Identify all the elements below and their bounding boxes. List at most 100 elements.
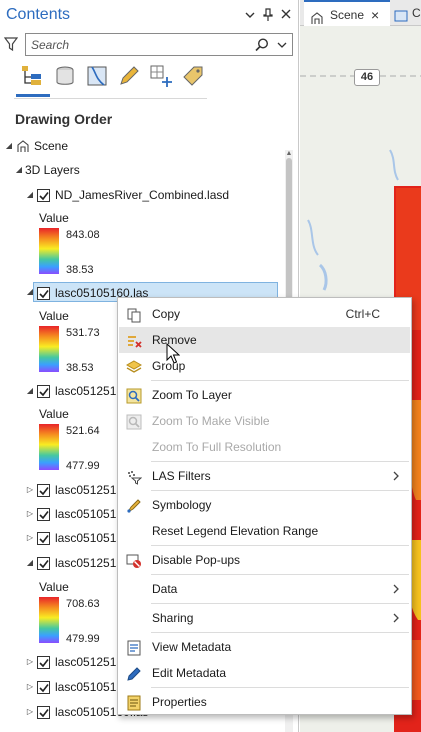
pane-options-chevron-icon[interactable] xyxy=(242,6,258,24)
legend-heading: Value xyxy=(39,211,69,225)
expanded-arrow-icon[interactable]: ◢ xyxy=(25,185,35,205)
list-by-data-source-icon[interactable] xyxy=(52,63,78,89)
menu-separator xyxy=(151,632,409,633)
list-by-drawing-order-icon[interactable] xyxy=(19,63,45,89)
collapsed-arrow-icon[interactable]: ▷ xyxy=(25,528,35,548)
menu-item-group[interactable]: Group xyxy=(119,353,410,379)
expanded-arrow-icon[interactable]: ◢ xyxy=(25,381,35,401)
layer-name: lasc0512516 xyxy=(55,384,124,398)
menu-item-copy[interactable]: Copy Ctrl+C xyxy=(119,301,410,327)
layer-name: ND_JamesRiver_Combined.lasd xyxy=(55,188,230,202)
menu-item-label: Disable Pop-ups xyxy=(152,553,241,567)
menu-item-label: Zoom To Make Visible xyxy=(152,414,270,428)
close-tab-icon[interactable]: × xyxy=(371,2,379,28)
layer-visibility-checkbox[interactable] xyxy=(37,557,50,570)
tree-row-layer[interactable]: ◢ ND_JamesRiver_Combined.lasd xyxy=(0,185,285,205)
tab-scene[interactable]: Scene × xyxy=(304,0,390,26)
legend-max-value: 708.63 xyxy=(66,598,100,610)
tree-row-scene[interactable]: ◢ Scene xyxy=(0,136,285,156)
tree-row-3d-layers[interactable]: ◢ 3D Layers xyxy=(0,160,285,180)
collapsed-arrow-icon[interactable]: ▷ xyxy=(25,702,35,722)
expanded-arrow-icon[interactable]: ◢ xyxy=(4,136,14,156)
search-input[interactable]: Search xyxy=(25,33,293,56)
menu-item-symbology[interactable]: Symbology xyxy=(119,492,410,518)
legend-min-value: 477.99 xyxy=(66,460,100,472)
expanded-arrow-icon[interactable]: ◢ xyxy=(14,160,24,180)
las-filters-icon xyxy=(126,468,143,485)
collapsed-arrow-icon[interactable]: ▷ xyxy=(25,504,35,524)
search-icon[interactable] xyxy=(254,37,270,53)
menu-item-zoom-to-make-visible[interactable]: Zoom To Make Visible xyxy=(119,408,410,434)
menu-item-data[interactable]: Data xyxy=(119,576,410,602)
pin-icon[interactable] xyxy=(260,6,276,24)
menu-item-edit-metadata[interactable]: Edit Metadata xyxy=(119,660,410,686)
menu-item-label: Reset Legend Elevation Range xyxy=(152,524,319,538)
layer-visibility-checkbox[interactable] xyxy=(37,508,50,521)
scene-label: Scene xyxy=(34,139,69,153)
list-by-source-map-icon[interactable] xyxy=(84,63,110,89)
route-shield: 46 xyxy=(354,69,380,86)
close-pane-icon[interactable] xyxy=(278,6,294,24)
legend-heading: Value xyxy=(39,309,69,323)
menu-item-label: Copy xyxy=(152,307,181,321)
legend-max-value: 531.73 xyxy=(66,327,100,339)
menu-item-las-filters[interactable]: LAS Filters xyxy=(119,463,410,489)
layer-visibility-checkbox[interactable] xyxy=(37,532,50,545)
layer-visibility-checkbox[interactable] xyxy=(37,189,50,202)
menu-item-view-metadata[interactable]: View Metadata xyxy=(119,634,410,660)
layer-visibility-checkbox[interactable] xyxy=(37,681,50,694)
tree-row-layer[interactable]: ▷ lasc0510515 xyxy=(0,528,123,548)
disable-popups-icon xyxy=(126,552,142,568)
filter-icon[interactable] xyxy=(3,36,19,52)
menu-item-zoom-to-layer[interactable]: Zoom To Layer xyxy=(119,382,410,408)
menu-item-remove[interactable]: Remove xyxy=(119,327,410,353)
menu-separator xyxy=(151,545,409,546)
list-by-labeling-icon[interactable] xyxy=(180,63,206,89)
legend-heading: Value xyxy=(39,407,69,421)
view-metadata-icon xyxy=(126,639,142,656)
symbology-icon xyxy=(126,497,142,513)
pane-title: Contents xyxy=(6,6,71,23)
section-heading: Drawing Order xyxy=(15,111,113,127)
pane-titlebar: Contents xyxy=(0,0,298,32)
menu-item-shortcut: Ctrl+C xyxy=(345,307,380,321)
menu-item-disable-popups[interactable]: Disable Pop-ups xyxy=(119,547,410,573)
properties-icon xyxy=(126,694,142,711)
expanded-arrow-icon[interactable]: ◢ xyxy=(25,282,35,302)
color-ramp xyxy=(39,326,59,372)
layer-visibility-checkbox[interactable] xyxy=(37,706,50,719)
tab-other-view[interactable]: C xyxy=(390,0,421,26)
list-by-snapping-icon[interactable] xyxy=(148,63,174,89)
tree-row-layer[interactable]: ▷ lasc0510515 xyxy=(0,677,123,697)
layer-name: lasc0512515 xyxy=(55,483,124,497)
layer-visibility-checkbox[interactable] xyxy=(37,385,50,398)
layer-name: lasc0512515 xyxy=(55,556,124,570)
layer-name: lasc0510515 xyxy=(55,531,124,545)
tree-row-layer[interactable]: ▷ lasc0510515 xyxy=(0,504,123,524)
remove-icon xyxy=(126,332,142,348)
menu-item-label: Symbology xyxy=(152,498,212,512)
search-options-chevron-icon[interactable] xyxy=(276,37,288,53)
tree-row-layer[interactable]: ◢ lasc0512515 xyxy=(0,553,123,573)
contents-view-toolbar xyxy=(14,63,284,99)
tree-row-layer[interactable]: ▷ lasc0512515 xyxy=(0,480,123,500)
collapsed-arrow-icon[interactable]: ▷ xyxy=(25,652,35,672)
menu-separator xyxy=(151,687,409,688)
tree-row-layer[interactable]: ◢ lasc0512516 xyxy=(0,381,123,401)
collapsed-arrow-icon[interactable]: ▷ xyxy=(25,677,35,697)
menu-item-sharing[interactable]: Sharing xyxy=(119,605,410,631)
menu-item-zoom-to-full-resolution[interactable]: Zoom To Full Resolution xyxy=(119,434,410,460)
scroll-up-arrow-icon[interactable]: ▲ xyxy=(285,150,293,158)
layer-name: lasc0510515 xyxy=(55,507,124,521)
layer-visibility-checkbox[interactable] xyxy=(37,287,50,300)
layer-visibility-checkbox[interactable] xyxy=(37,484,50,497)
tree-row-layer[interactable]: ▷ lasc0512515 xyxy=(0,652,123,672)
menu-item-label: Properties xyxy=(152,695,207,709)
menu-item-properties[interactable]: Properties xyxy=(119,689,410,715)
menu-item-reset-legend-elevation-range[interactable]: Reset Legend Elevation Range xyxy=(119,518,410,544)
list-by-editing-icon[interactable] xyxy=(116,63,142,89)
layer-visibility-checkbox[interactable] xyxy=(37,656,50,669)
search-placeholder: Search xyxy=(31,38,70,52)
collapsed-arrow-icon[interactable]: ▷ xyxy=(25,480,35,500)
expanded-arrow-icon[interactable]: ◢ xyxy=(25,553,35,573)
